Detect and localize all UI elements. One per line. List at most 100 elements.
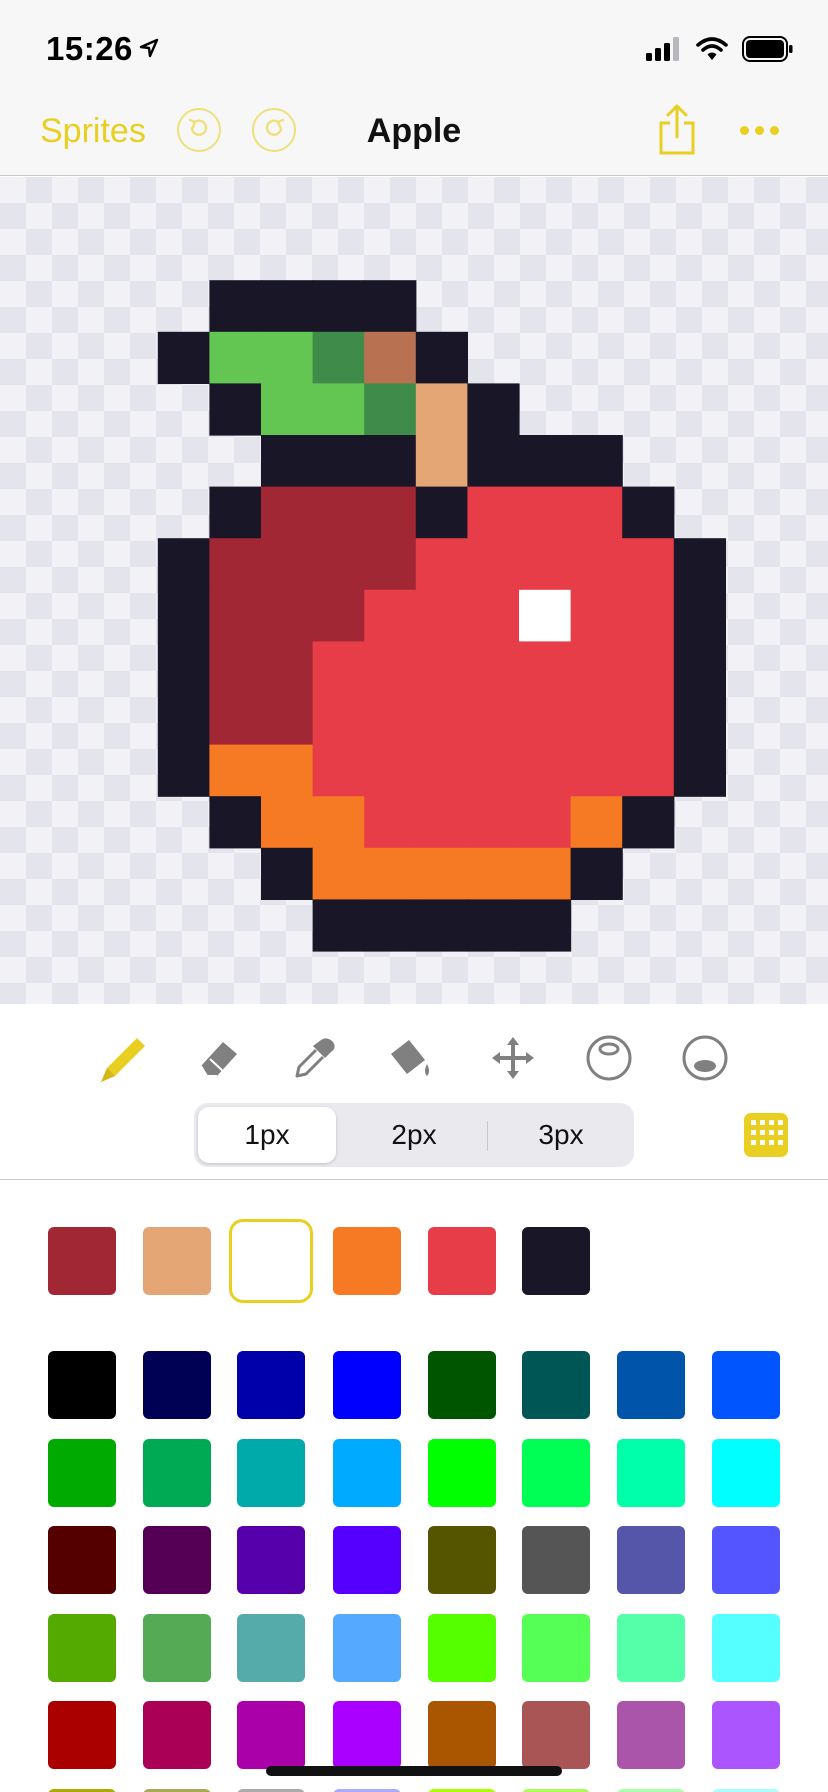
- pencil-tool[interactable]: [88, 1020, 158, 1100]
- palette-color-swatch[interactable]: [712, 1614, 780, 1682]
- ellipse-fill-tool[interactable]: [670, 1020, 740, 1100]
- sprite-pixel[interactable]: [364, 435, 417, 488]
- sprite-pixel[interactable]: [312, 847, 365, 900]
- sprite-pixel[interactable]: [415, 435, 468, 488]
- palette-color-swatch[interactable]: [428, 1439, 496, 1507]
- sprite-pixel[interactable]: [570, 693, 623, 746]
- sprite-pixel[interactable]: [467, 847, 520, 900]
- palette-color-swatch[interactable]: [237, 1526, 305, 1594]
- sprite-pixel[interactable]: [415, 538, 468, 591]
- sprite-pixel[interactable]: [312, 538, 365, 591]
- eyedropper-tool[interactable]: [280, 1020, 350, 1100]
- palette-color-swatch[interactable]: [143, 1439, 211, 1507]
- sprite-pixel[interactable]: [261, 796, 314, 849]
- sprite-pixel[interactable]: [312, 744, 365, 797]
- palette-color-swatch[interactable]: [143, 1526, 211, 1594]
- palette-color-swatch[interactable]: [237, 1614, 305, 1682]
- palette-color-swatch[interactable]: [617, 1351, 685, 1419]
- palette-color-swatch[interactable]: [522, 1439, 590, 1507]
- sprite-pixel[interactable]: [622, 486, 675, 539]
- palette-color-swatch[interactable]: [712, 1526, 780, 1594]
- sprite-pixel[interactable]: [570, 589, 623, 642]
- sprite-pixel[interactable]: [673, 693, 726, 746]
- sprite-pixel[interactable]: [157, 641, 210, 694]
- sprite-pixel[interactable]: [364, 693, 417, 746]
- grid-toggle-button[interactable]: [744, 1113, 788, 1157]
- palette-color-swatch[interactable]: [48, 1439, 116, 1507]
- sprite-pixel[interactable]: [157, 589, 210, 642]
- brush-size-1px[interactable]: 1px: [198, 1107, 336, 1163]
- sprite-pixel[interactable]: [364, 280, 417, 333]
- palette-color-swatch[interactable]: [48, 1614, 116, 1682]
- sprite-pixel[interactable]: [312, 693, 365, 746]
- sprite-pixel[interactable]: [261, 435, 314, 488]
- sprite-pixel[interactable]: [570, 486, 623, 539]
- sprite-pixel[interactable]: [209, 641, 262, 694]
- sprite-pixel[interactable]: [519, 796, 572, 849]
- sprite-pixel[interactable]: [312, 589, 365, 642]
- sprite-pixel[interactable]: [261, 641, 314, 694]
- sprite-pixel[interactable]: [209, 383, 262, 436]
- sprite-pixel[interactable]: [467, 383, 520, 436]
- palette-color-swatch[interactable]: [617, 1526, 685, 1594]
- palette-color-swatch[interactable]: [333, 1351, 401, 1419]
- sprite-pixel[interactable]: [467, 744, 520, 797]
- palette-color-swatch[interactable]: [143, 1351, 211, 1419]
- sprite-pixel[interactable]: [364, 796, 417, 849]
- sprite-pixel[interactable]: [312, 435, 365, 488]
- palette-color-swatch[interactable]: [48, 1701, 116, 1769]
- recent-color-swatch[interactable]: [237, 1227, 305, 1295]
- sprite-pixel[interactable]: [467, 693, 520, 746]
- sprite-pixel[interactable]: [519, 538, 572, 591]
- palette-color-swatch[interactable]: [143, 1701, 211, 1769]
- sprite-pixel[interactable]: [570, 744, 623, 797]
- recent-color-swatch[interactable]: [333, 1227, 401, 1295]
- sprite-pixel[interactable]: [157, 744, 210, 797]
- palette-color-swatch[interactable]: [333, 1614, 401, 1682]
- palette-color-swatch[interactable]: [712, 1701, 780, 1769]
- sprite-pixel[interactable]: [622, 538, 675, 591]
- sprite-pixel[interactable]: [673, 538, 726, 591]
- sprite-pixel[interactable]: [570, 796, 623, 849]
- more-button[interactable]: [740, 126, 779, 135]
- sprite-pixel[interactable]: [209, 589, 262, 642]
- sprite-pixel[interactable]: [312, 280, 365, 333]
- sprite-pixel[interactable]: [364, 331, 417, 384]
- recent-color-swatch[interactable]: [428, 1227, 496, 1295]
- palette-color-swatch[interactable]: [617, 1614, 685, 1682]
- sprite-pixel[interactable]: [261, 486, 314, 539]
- recent-color-swatch[interactable]: [143, 1227, 211, 1295]
- sprite-pixel[interactable]: [415, 899, 468, 952]
- sprite-pixel[interactable]: [157, 538, 210, 591]
- sprite-pixel[interactable]: [157, 693, 210, 746]
- palette-color-swatch[interactable]: [333, 1526, 401, 1594]
- palette-color-swatch[interactable]: [522, 1614, 590, 1682]
- palette-color-swatch[interactable]: [333, 1701, 401, 1769]
- sprite-pixel[interactable]: [519, 486, 572, 539]
- sprite-pixel[interactable]: [209, 693, 262, 746]
- sprite-pixel[interactable]: [415, 796, 468, 849]
- palette-color-swatch[interactable]: [333, 1439, 401, 1507]
- sprite-pixel[interactable]: [673, 589, 726, 642]
- palette-color-swatch[interactable]: [522, 1351, 590, 1419]
- sprite-pixel[interactable]: [261, 331, 314, 384]
- sprite-pixel[interactable]: [415, 589, 468, 642]
- sprite-pixel[interactable]: [673, 641, 726, 694]
- sprite-pixel[interactable]: [467, 435, 520, 488]
- sprite-pixel[interactable]: [261, 383, 314, 436]
- sprite-pixel[interactable]: [570, 435, 623, 488]
- sprite-pixel[interactable]: [312, 796, 365, 849]
- sprite-pixel[interactable]: [570, 641, 623, 694]
- sprite-pixel[interactable]: [415, 331, 468, 384]
- sprite-pixel[interactable]: [209, 796, 262, 849]
- sprite-pixel[interactable]: [312, 383, 365, 436]
- sprite-pixel[interactable]: [261, 847, 314, 900]
- sprite-pixel[interactable]: [261, 538, 314, 591]
- palette-color-swatch[interactable]: [428, 1701, 496, 1769]
- palette-color-swatch[interactable]: [617, 1439, 685, 1507]
- sprite-pixel[interactable]: [312, 899, 365, 952]
- sprite-pixel[interactable]: [467, 899, 520, 952]
- sprite-pixel-grid[interactable]: [0, 177, 828, 1004]
- sprite-pixel[interactable]: [312, 331, 365, 384]
- sprite-pixel[interactable]: [622, 796, 675, 849]
